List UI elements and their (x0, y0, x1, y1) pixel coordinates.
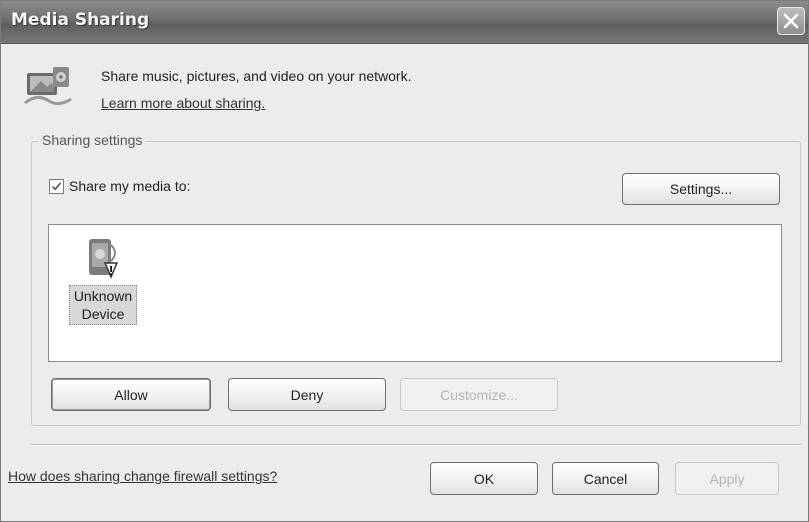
header-description: Share music, pictures, and video on your… (101, 68, 412, 84)
apply-button: Apply (675, 462, 779, 495)
checkmark-icon (51, 182, 62, 191)
window-title: Media Sharing (11, 10, 150, 30)
title-bar[interactable]: Media Sharing (1, 1, 808, 44)
device-name: Unknown Device (68, 285, 138, 325)
customize-button: Customize... (400, 378, 558, 411)
close-button[interactable] (777, 7, 805, 35)
list-item[interactable]: Unknown Device (63, 235, 143, 325)
sharing-settings-label: Sharing settings (38, 132, 147, 148)
close-icon (783, 13, 799, 29)
allow-button[interactable]: Allow (51, 378, 211, 411)
settings-button[interactable]: Settings... (622, 173, 780, 205)
device-list[interactable]: Unknown Device (48, 224, 782, 362)
share-media-checkbox[interactable] (49, 179, 64, 194)
share-media-label[interactable]: Share my media to: (69, 178, 190, 194)
unknown-device-icon (89, 239, 119, 279)
media-sharing-icon (24, 67, 72, 106)
media-sharing-dialog: Media Sharing Share music, pictures, and… (0, 0, 809, 522)
cancel-button[interactable]: Cancel (552, 462, 659, 495)
separator (31, 444, 801, 446)
ok-button[interactable]: OK (430, 462, 538, 495)
deny-button[interactable]: Deny (228, 378, 386, 411)
learn-more-link[interactable]: Learn more about sharing. (101, 95, 265, 111)
firewall-settings-link[interactable]: How does sharing change firewall setting… (8, 468, 277, 484)
